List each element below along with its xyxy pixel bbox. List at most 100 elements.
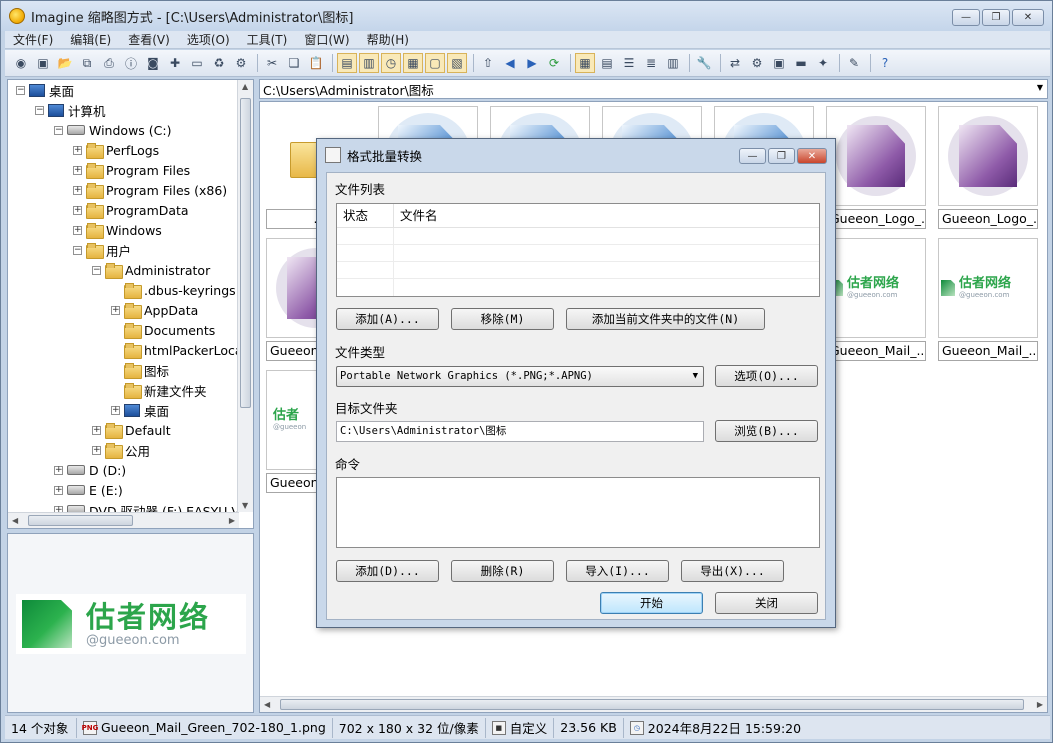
refresh-icon[interactable]: ⟳ xyxy=(544,53,564,73)
target-folder-input[interactable]: C:\Users\Administrator\图标 xyxy=(336,421,704,442)
tree-node-folder[interactable]: Documents xyxy=(111,320,215,340)
view-page-icon[interactable]: ▢ xyxy=(425,53,445,73)
tree-node-folder[interactable]: + ProgramData xyxy=(73,200,189,220)
collapse-icon[interactable]: − xyxy=(73,245,82,255)
slideshow-icon[interactable]: ▣ xyxy=(33,53,53,73)
start-button[interactable]: 开始 xyxy=(600,592,703,614)
recycle-icon[interactable]: ♻ xyxy=(209,53,229,73)
collapse-icon[interactable]: − xyxy=(54,125,63,135)
plugin-icon[interactable]: ✦ xyxy=(813,53,833,73)
thumbnail-item[interactable]: Gueeon_Logo_... xyxy=(826,106,926,234)
expand-icon[interactable]: + xyxy=(54,465,63,475)
expand-icon[interactable]: + xyxy=(73,185,82,195)
list-large-icon[interactable]: ▤ xyxy=(597,53,617,73)
dialog-minimize-button[interactable]: — xyxy=(739,148,766,164)
address-bar[interactable]: C:\Users\Administrator\图标 ▼ xyxy=(259,79,1048,99)
expand-icon[interactable]: + xyxy=(92,425,101,435)
forward-icon[interactable]: ▶ xyxy=(522,53,542,73)
tree-node-computer[interactable]: − 计算机 xyxy=(35,100,106,120)
copy-file-icon[interactable]: ⧉ xyxy=(77,53,97,73)
menu-options[interactable]: 选项(O) xyxy=(179,31,239,48)
scroll-down-icon[interactable]: ▼ xyxy=(242,501,248,510)
tree-node-drive-c[interactable]: − Windows (C:) xyxy=(54,120,171,140)
camera-icon[interactable]: ◙ xyxy=(143,53,163,73)
expand-icon[interactable]: + xyxy=(73,205,82,215)
tree-node-folder[interactable]: + PerfLogs xyxy=(73,140,159,160)
scroll-thumb[interactable] xyxy=(28,515,133,526)
delete-command-button[interactable]: 删除(R) xyxy=(451,560,554,582)
tree-node-drive-d[interactable]: + D (D:) xyxy=(54,460,126,480)
export-button[interactable]: 导出(X)... xyxy=(681,560,784,582)
options-icon[interactable]: ⚙ xyxy=(231,53,251,73)
scroll-left-icon[interactable]: ◀ xyxy=(12,516,18,525)
tree-node-folder[interactable]: + 公用 xyxy=(92,440,150,460)
tree-node-folder[interactable]: − Administrator xyxy=(92,260,210,280)
scroll-up-icon[interactable]: ▲ xyxy=(242,82,248,91)
add-files-button[interactable]: 添加(A)... xyxy=(336,308,439,330)
tree-horizontal-scrollbar[interactable]: ◀ ▶ xyxy=(8,512,239,528)
view-image-icon[interactable]: ▧ xyxy=(447,53,467,73)
film-icon[interactable]: ▬ xyxy=(791,53,811,73)
list-small-icon[interactable]: ☰ xyxy=(619,53,639,73)
details-icon[interactable]: ≣ xyxy=(641,53,661,73)
import-button[interactable]: 导入(I)... xyxy=(566,560,669,582)
tree-node-folder[interactable]: htmlPackerLocal xyxy=(111,340,246,360)
expand-icon[interactable]: + xyxy=(73,145,82,155)
tree-node-folder[interactable]: + Default xyxy=(92,420,171,440)
eye-icon[interactable]: ◉ xyxy=(11,53,31,73)
command-list[interactable] xyxy=(336,477,820,548)
close-button[interactable]: ✕ xyxy=(1012,9,1044,26)
help-icon[interactable]: ? xyxy=(875,53,895,73)
menu-help[interactable]: 帮助(H) xyxy=(359,31,418,48)
edit-icon[interactable]: ✎ xyxy=(844,53,864,73)
column-filename[interactable]: 文件名 xyxy=(394,204,819,228)
menu-edit[interactable]: 编辑(E) xyxy=(62,31,120,48)
scroll-thumb[interactable] xyxy=(240,98,251,408)
view-thumbs-icon[interactable]: ▤ xyxy=(337,53,357,73)
menu-view[interactable]: 查看(V) xyxy=(120,31,179,48)
tree-node-folder[interactable]: + Program Files (x86) xyxy=(73,180,227,200)
file-list[interactable]: 状态 文件名 xyxy=(336,203,820,297)
up-folder-icon[interactable]: ⇧ xyxy=(478,53,498,73)
expand-icon[interactable]: + xyxy=(111,305,120,315)
scroll-thumb[interactable] xyxy=(280,699,1024,710)
print-icon[interactable]: ⎙ xyxy=(99,53,119,73)
tree-node-folder[interactable]: .dbus-keyrings xyxy=(111,280,236,300)
batch-icon[interactable]: ⚙ xyxy=(747,53,767,73)
rename-icon[interactable]: ▭ xyxy=(187,53,207,73)
tree-node-folder[interactable]: − 用户 xyxy=(73,240,131,260)
close-dialog-button[interactable]: 关闭 xyxy=(715,592,818,614)
thumbnail-item[interactable]: 估者网络 @gueeon.com Gueeon_Mail_... xyxy=(826,238,926,366)
tree-node-folder[interactable]: + AppData xyxy=(111,300,198,320)
expand-icon[interactable]: + xyxy=(73,225,82,235)
expand-icon[interactable]: + xyxy=(92,445,101,455)
tree-node-folder[interactable]: 新建文件夹 xyxy=(111,380,207,400)
scroll-left-icon[interactable]: ◀ xyxy=(264,700,270,709)
clock-icon[interactable]: ◷ xyxy=(381,53,401,73)
tree-node-folder-selected[interactable]: 图标 xyxy=(111,360,169,380)
thumbnail-item[interactable]: 估者网络 @gueeon.com Gueeon_Mail_... xyxy=(938,238,1038,366)
tree-node-folder[interactable]: + Program Files xyxy=(73,160,190,180)
convert-icon[interactable]: ⇄ xyxy=(725,53,745,73)
open-folder-icon[interactable]: 📂 xyxy=(55,53,75,73)
dialog-maximize-button[interactable]: ❐ xyxy=(768,148,795,164)
menu-window[interactable]: 窗口(W) xyxy=(296,31,358,48)
view-grid-icon[interactable]: ▦ xyxy=(403,53,423,73)
tree-node-drive-e[interactable]: + E (E:) xyxy=(54,480,123,500)
add-command-button[interactable]: 添加(D)... xyxy=(336,560,439,582)
menu-tools[interactable]: 工具(T) xyxy=(239,31,297,48)
tools-icon[interactable]: 🔧 xyxy=(694,53,714,73)
view-filmstrip-icon[interactable]: ▥ xyxy=(359,53,379,73)
remove-button[interactable]: 移除(M) xyxy=(451,308,554,330)
cut-icon[interactable]: ✂ xyxy=(262,53,282,73)
thumbnail-horizontal-scrollbar[interactable]: ◀ ▶ xyxy=(260,696,1047,712)
collapse-icon[interactable]: − xyxy=(92,265,101,275)
thumbs-icon[interactable]: ▦ xyxy=(575,53,595,73)
tree-node-desktop[interactable]: − 桌面 xyxy=(16,80,74,100)
back-icon[interactable]: ◀ xyxy=(500,53,520,73)
expand-icon[interactable]: + xyxy=(111,405,120,415)
tree-node-folder[interactable]: + 桌面 xyxy=(111,400,169,420)
collapse-icon[interactable]: − xyxy=(35,105,44,115)
menu-file[interactable]: 文件(F) xyxy=(5,31,62,48)
thumbnail-item[interactable]: Gueeon_Logo_... xyxy=(938,106,1038,234)
